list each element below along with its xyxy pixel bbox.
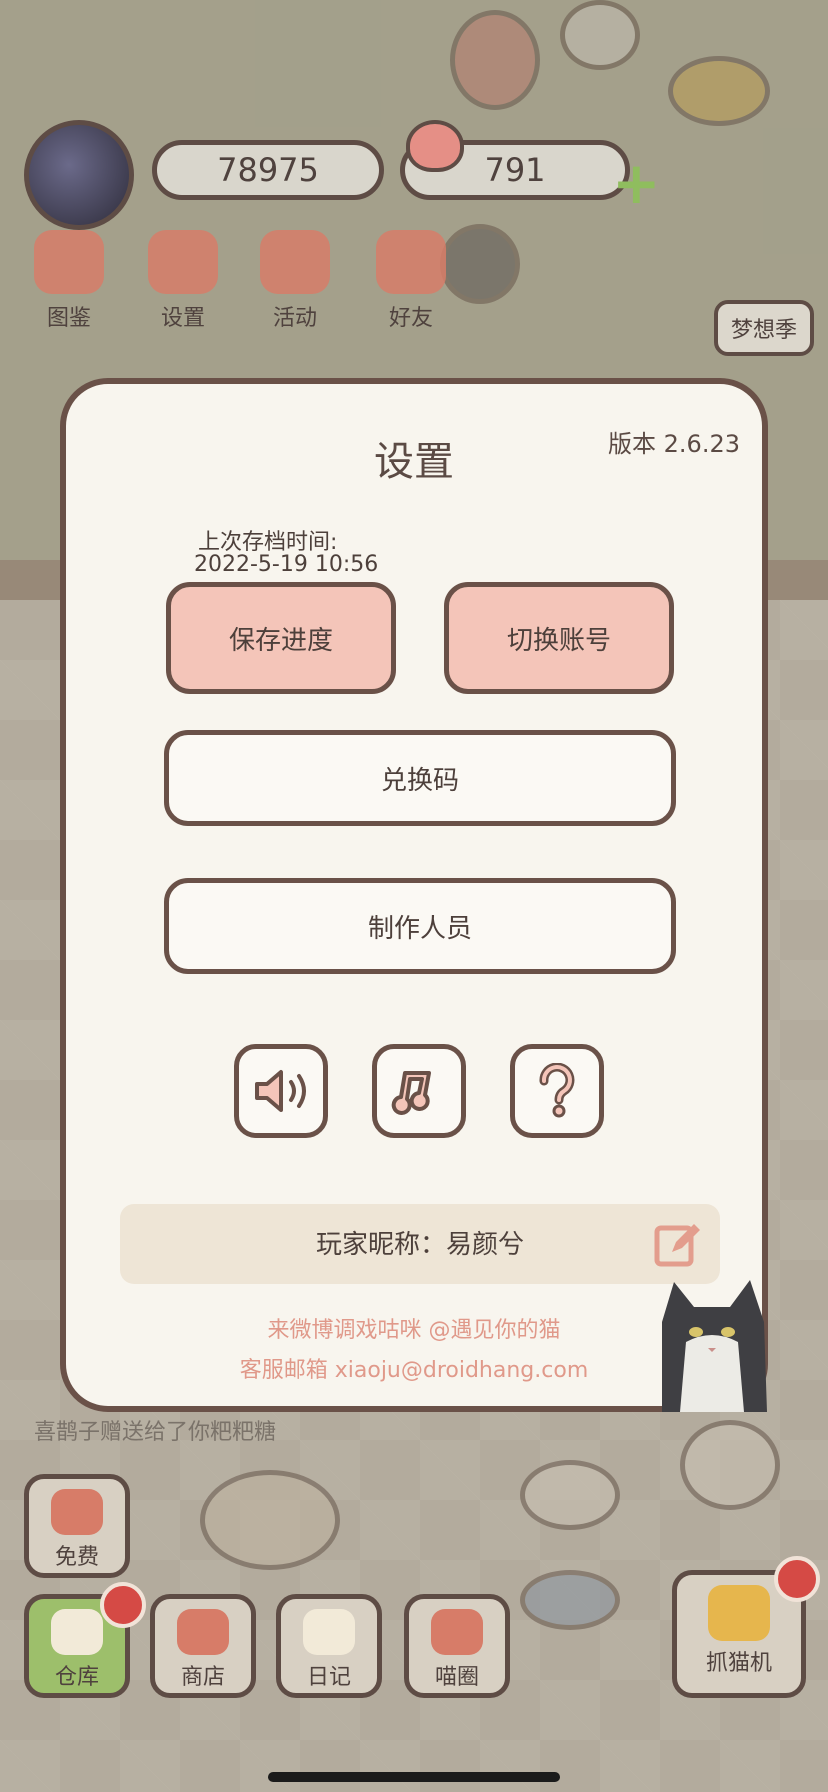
collection-icon bbox=[34, 230, 104, 294]
shop-icon bbox=[177, 1609, 229, 1655]
music-icon bbox=[391, 1071, 431, 1115]
redeem-code-button[interactable]: 兑换码 bbox=[164, 730, 676, 826]
bottom-label: 喵圈 bbox=[434, 1665, 479, 1690]
shop-button[interactable]: 商店 bbox=[150, 1594, 256, 1698]
save-progress-button[interactable]: 保存进度 bbox=[166, 582, 396, 694]
bottom-label: 仓库 bbox=[54, 1665, 99, 1690]
top-menu-settings[interactable]: 设置 bbox=[138, 230, 228, 340]
redeem-code-label: 兑换码 bbox=[380, 765, 459, 796]
save-progress-label: 保存进度 bbox=[228, 625, 333, 656]
version-label: 版本 2.6.23 bbox=[608, 430, 740, 458]
nickname-text: 玩家昵称：易颜兮 bbox=[315, 1230, 524, 1260]
top-menu-events[interactable]: 活动 bbox=[250, 230, 340, 340]
bottom-label: 日记 bbox=[306, 1665, 351, 1690]
home-indicator[interactable] bbox=[268, 1772, 560, 1782]
friends-icon bbox=[376, 230, 446, 294]
music-toggle-button[interactable] bbox=[372, 1044, 466, 1138]
help-button[interactable] bbox=[510, 1044, 604, 1138]
gift-feed-text: 喜鹊子赠送给了你粑粑糖 bbox=[34, 1420, 277, 1445]
bottom-label: 商店 bbox=[180, 1665, 225, 1690]
warehouse-notification-dot bbox=[100, 1582, 146, 1628]
top-menu-label: 好友 bbox=[388, 306, 433, 331]
switch-account-label: 切换账号 bbox=[506, 625, 611, 656]
diary-button[interactable]: 日记 bbox=[276, 1594, 382, 1698]
season-label: 梦想季 bbox=[730, 318, 797, 343]
claw-icon bbox=[708, 1585, 770, 1641]
bottom-label: 免费 bbox=[54, 1545, 99, 1570]
coin-count: 78975 bbox=[217, 151, 319, 189]
top-menu-collection[interactable]: 图鉴 bbox=[24, 230, 114, 340]
add-hearts-button[interactable]: + bbox=[612, 154, 661, 212]
gear-icon bbox=[148, 230, 218, 294]
coin-counter: 78975 bbox=[152, 140, 384, 200]
nickname-bar[interactable]: 玩家昵称：易颜兮 bbox=[120, 1204, 720, 1284]
help-icon bbox=[539, 1063, 575, 1118]
cat-photo-sticker bbox=[662, 1280, 767, 1412]
top-menu-friends[interactable]: 好友 bbox=[366, 230, 456, 340]
top-menu-label: 设置 bbox=[160, 306, 205, 331]
sound-icon bbox=[255, 1070, 306, 1112]
free-button[interactable]: 免费 bbox=[24, 1474, 130, 1578]
heart-count: 791 bbox=[484, 151, 546, 189]
cat-planet-icon bbox=[431, 1609, 483, 1655]
switch-account-button[interactable]: 切换账号 bbox=[444, 582, 674, 694]
top-menu-label: 图鉴 bbox=[46, 306, 91, 331]
bottom-label: 抓猫机 bbox=[705, 1651, 772, 1676]
warehouse-icon bbox=[51, 1609, 103, 1655]
claw-notification-dot bbox=[774, 1556, 820, 1602]
credits-button[interactable]: 制作人员 bbox=[164, 878, 676, 974]
credits-label: 制作人员 bbox=[367, 913, 472, 944]
top-menu-label: 活动 bbox=[272, 306, 317, 331]
cat-circle-button[interactable]: 喵圈 bbox=[404, 1594, 510, 1698]
diary-icon bbox=[303, 1609, 355, 1655]
gift-icon bbox=[260, 230, 330, 294]
sound-toggle-button[interactable] bbox=[234, 1044, 328, 1138]
heart-icon bbox=[51, 1489, 103, 1535]
last-save-time: 2022-5-19 10:56 bbox=[194, 552, 379, 577]
heart-icon bbox=[406, 120, 464, 172]
season-button[interactable]: 梦想季 bbox=[714, 300, 814, 356]
settings-dialog: 设置 版本 2.6.23 上次存档时间: 2022-5-19 10:56 保存进… bbox=[60, 378, 768, 1412]
player-avatar[interactable] bbox=[24, 120, 134, 230]
